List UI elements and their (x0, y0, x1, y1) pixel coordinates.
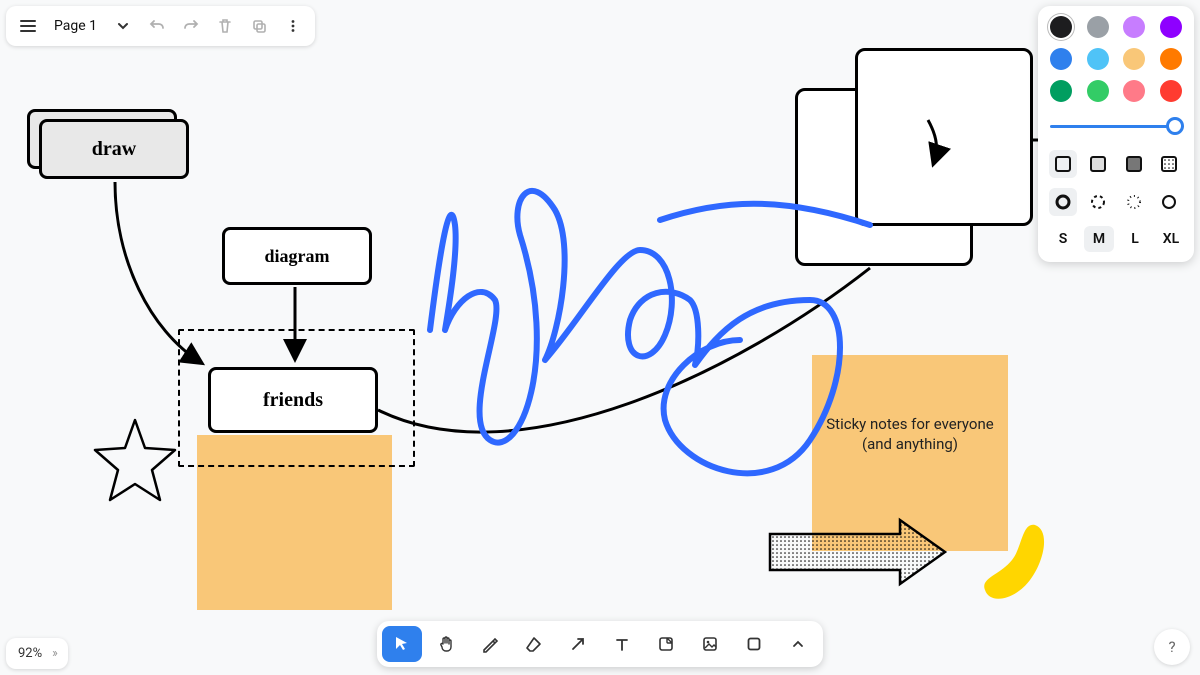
tool-eraser[interactable] (514, 626, 554, 662)
fill-semi[interactable] (1084, 150, 1112, 178)
zoom-control[interactable]: 92% ›› (6, 638, 68, 669)
dash-dotted[interactable] (1120, 188, 1148, 216)
color-light-purple[interactable] (1123, 16, 1145, 38)
undo-button[interactable] (141, 10, 173, 42)
redo-button[interactable] (175, 10, 207, 42)
fill-solid[interactable] (1120, 150, 1148, 178)
duplicate-button[interactable] (243, 10, 275, 42)
fill-style-grid (1048, 150, 1184, 178)
size-l[interactable]: L (1120, 226, 1150, 252)
box-draw[interactable]: draw (39, 119, 189, 179)
size-m[interactable]: M (1084, 226, 1114, 252)
sticky-note-text: Sticky notes for everyone (and anything) (822, 415, 998, 454)
size-xl[interactable]: XL (1156, 226, 1186, 252)
dash-draw[interactable] (1049, 188, 1077, 216)
color-orange[interactable] (1160, 48, 1182, 70)
tool-note[interactable] (646, 626, 686, 662)
card-front[interactable] (855, 48, 1033, 226)
dash-dashed[interactable] (1084, 188, 1112, 216)
help-button[interactable]: ? (1154, 629, 1190, 665)
box-diagram[interactable]: diagram (222, 227, 372, 285)
box-friends-label: friends (263, 389, 323, 412)
tool-more[interactable] (778, 626, 818, 662)
tool-hand[interactable] (426, 626, 466, 662)
more-button[interactable] (277, 10, 309, 42)
color-green[interactable] (1050, 80, 1072, 102)
color-grey[interactable] (1087, 16, 1109, 38)
box-draw-label: draw (92, 138, 136, 161)
dash-style-grid (1048, 188, 1184, 216)
dash-solid[interactable] (1155, 188, 1183, 216)
trash-button[interactable] (209, 10, 241, 42)
box-diagram-label: diagram (265, 246, 330, 267)
color-red[interactable] (1160, 80, 1182, 102)
size-row: S M L XL (1048, 226, 1184, 252)
top-toolbar: Page 1 (6, 6, 315, 46)
color-pink[interactable] (1123, 80, 1145, 102)
color-light-blue[interactable] (1087, 48, 1109, 70)
zoom-expand-icon: ›› (52, 646, 56, 661)
color-tan[interactable] (1123, 48, 1145, 70)
menu-button[interactable] (12, 10, 44, 42)
tool-text[interactable] (602, 626, 642, 662)
color-black[interactable] (1050, 16, 1072, 38)
tool-shape[interactable] (734, 626, 774, 662)
style-panel: S M L XL (1038, 6, 1194, 262)
size-s[interactable]: S (1048, 226, 1078, 252)
page-dropdown-button[interactable] (107, 10, 139, 42)
tool-select[interactable] (382, 626, 422, 662)
fill-pattern[interactable] (1155, 150, 1183, 178)
fill-none[interactable] (1049, 150, 1077, 178)
color-purple[interactable] (1160, 16, 1182, 38)
tool-image[interactable] (690, 626, 730, 662)
sticky-note[interactable]: Sticky notes for everyone (and anything) (812, 355, 1008, 551)
help-label: ? (1168, 638, 1175, 656)
color-blue[interactable] (1050, 48, 1072, 70)
color-light-green[interactable] (1087, 80, 1109, 102)
color-grid (1048, 16, 1184, 102)
zoom-level: 92% (18, 646, 42, 661)
tool-draw[interactable] (470, 626, 510, 662)
tool-arrow[interactable] (558, 626, 598, 662)
page-name[interactable]: Page 1 (46, 18, 105, 34)
opacity-slider[interactable] (1048, 116, 1184, 136)
box-friends[interactable]: friends (208, 367, 378, 433)
canvas[interactable]: Sticky notes for everyone (and anything)… (0, 0, 1200, 675)
bottom-toolbar (377, 621, 823, 667)
